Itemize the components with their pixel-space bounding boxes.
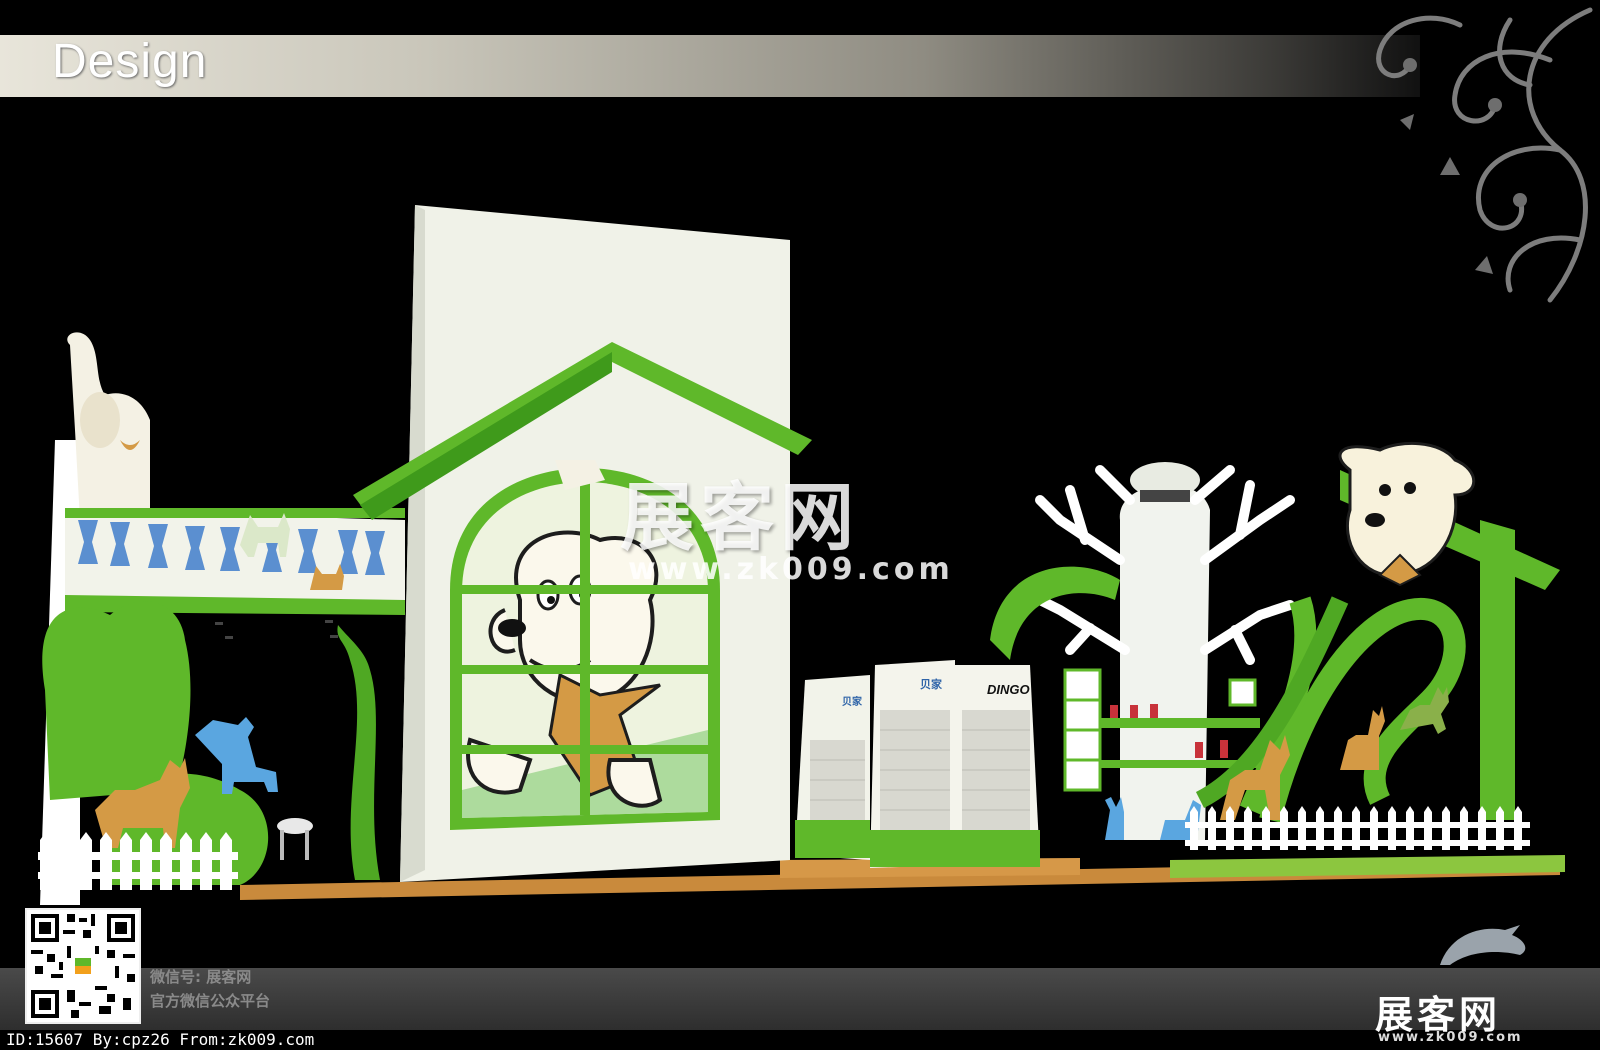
qr-code-pattern bbox=[27, 910, 139, 1022]
kiosk-sign-brand-a: 贝家 bbox=[920, 678, 942, 691]
kiosk-sign-brand-a-2: 贝家 bbox=[842, 697, 862, 708]
watermark-site-name: 展客网 bbox=[620, 475, 860, 561]
qr-code bbox=[25, 908, 141, 1024]
kiosk-sign-dingo: DINGO bbox=[987, 682, 1030, 697]
footer-logo-url: www.zk009.com bbox=[1378, 1030, 1523, 1045]
image-credit-text: ID:15607 By:cpz26 From:zk009.com bbox=[6, 1030, 315, 1049]
wechat-id-text: 微信号: 展客网 bbox=[150, 968, 252, 986]
exhibition-render-slide: Design 贝家 贝家 DINGO 展客网 www.zk009.com 微信号… bbox=[0, 0, 1600, 1050]
wechat-platform-text: 官方微信公众平台 bbox=[150, 992, 271, 1010]
watermark-url: www.zk009.com bbox=[628, 552, 954, 587]
